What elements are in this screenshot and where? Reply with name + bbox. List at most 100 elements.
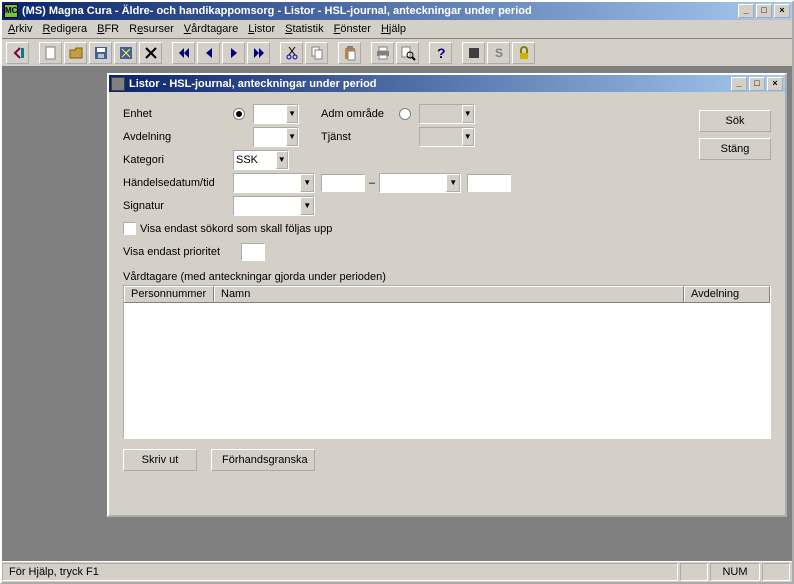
date-from-input[interactable] <box>234 174 300 192</box>
print-button[interactable]: Skriv ut <box>123 449 197 471</box>
chevron-down-icon[interactable]: ▼ <box>300 197 314 215</box>
prev-icon <box>201 45 217 61</box>
date-to-input[interactable] <box>380 174 446 192</box>
close-button[interactable]: × <box>774 4 790 18</box>
toolbar-first[interactable] <box>172 42 195 64</box>
results-table: Personnummer Namn Avdelning <box>123 285 771 439</box>
time-from-input[interactable] <box>322 175 364 191</box>
chevron-down-icon[interactable]: ▼ <box>300 174 314 192</box>
toolbar: ? S <box>2 39 792 67</box>
status-num: NUM <box>710 563 760 581</box>
toolbar-new[interactable] <box>39 42 62 64</box>
chevron-down-icon[interactable]: ▼ <box>462 128 475 146</box>
app-icon: MC <box>4 4 18 18</box>
chevron-down-icon[interactable]: ▼ <box>286 128 298 146</box>
combo-enhet[interactable]: ▼ <box>253 104 299 124</box>
menubar: Arkiv Redigera BFR Resurser Vårdtagare L… <box>2 20 792 39</box>
toolbar-last[interactable] <box>247 42 270 64</box>
column-avdelning[interactable]: Avdelning <box>684 286 770 302</box>
label-handelsedatum: Händelsedatum/tid <box>123 177 233 189</box>
chevron-down-icon[interactable]: ▼ <box>276 151 289 169</box>
search-button[interactable]: Sök <box>699 110 771 132</box>
print-icon <box>375 45 391 61</box>
combo-kategori-input[interactable] <box>234 151 276 169</box>
menu-listor[interactable]: Listor <box>248 23 275 35</box>
cut-ext-icon <box>118 45 134 61</box>
combo-tjanst[interactable]: ▼ <box>419 127 475 147</box>
dialog-maximize-button[interactable]: □ <box>749 77 765 91</box>
label-adm-omrade: Adm område <box>321 108 399 120</box>
menu-fonster[interactable]: Fönster <box>334 23 371 35</box>
new-icon <box>43 45 59 61</box>
toolbar-copy[interactable] <box>305 42 328 64</box>
toolbar-help[interactable]: ? <box>429 42 452 64</box>
menu-arkiv[interactable]: Arkiv <box>8 23 32 35</box>
toolbar-cut[interactable] <box>280 42 303 64</box>
combo-date-from[interactable]: ▼ <box>233 173 315 193</box>
label-kategori: Kategori <box>123 154 233 166</box>
time-from-field[interactable] <box>321 174 365 192</box>
menu-resurser[interactable]: Resurser <box>129 23 174 35</box>
toolbar-open[interactable] <box>64 42 87 64</box>
status-pane-1 <box>680 563 708 581</box>
combo-date-to[interactable]: ▼ <box>379 173 461 193</box>
table-header: Personnummer Namn Avdelning <box>124 286 770 303</box>
svg-text:S: S <box>495 46 503 60</box>
prioritet-field[interactable] <box>241 243 265 261</box>
toolbar-paste[interactable] <box>338 42 361 64</box>
statusbar: För Hjälp, tryck F1 NUM <box>2 561 792 582</box>
toolbar-lock[interactable] <box>512 42 535 64</box>
last-icon <box>251 45 267 61</box>
checkbox-visa-sokord[interactable] <box>123 222 136 235</box>
radio-enhet[interactable] <box>233 108 245 120</box>
combo-avdelning[interactable]: ▼ <box>253 127 299 147</box>
toolbar-s[interactable]: S <box>487 42 510 64</box>
toolbar-print-preview[interactable] <box>396 42 419 64</box>
combo-signatur[interactable]: ▼ <box>233 196 315 216</box>
time-to-field[interactable] <box>467 174 511 192</box>
copy-icon <box>309 45 325 61</box>
signatur-input[interactable] <box>234 197 300 215</box>
column-namn[interactable]: Namn <box>214 286 684 302</box>
prioritet-input[interactable] <box>242 244 264 260</box>
dialog-minimize-button[interactable]: _ <box>731 77 747 91</box>
open-icon <box>68 45 84 61</box>
menu-hjalp[interactable]: Hjälp <box>381 23 406 35</box>
toolbar-save[interactable] <box>89 42 112 64</box>
cut-icon <box>284 45 300 61</box>
minimize-button[interactable]: _ <box>738 4 754 18</box>
toolbar-next[interactable] <box>222 42 245 64</box>
dialog-title-text: Listor - HSL-journal, anteckningar under… <box>129 78 729 90</box>
combo-kategori[interactable]: ▼ <box>233 150 289 170</box>
toolbar-delete[interactable] <box>139 42 162 64</box>
toolbar-back-root[interactable] <box>6 42 29 64</box>
preview-button[interactable]: Förhandsgranska <box>211 449 315 471</box>
combo-adm-omrade[interactable]: ▼ <box>419 104 475 124</box>
label-signatur: Signatur <box>123 200 233 212</box>
chevron-down-icon[interactable]: ▼ <box>462 105 475 123</box>
column-personnummer[interactable]: Personnummer <box>124 286 214 302</box>
paste-icon <box>342 45 358 61</box>
s-button-icon: S <box>491 45 507 61</box>
menu-bfr[interactable]: BFR <box>97 23 119 35</box>
menu-statistik[interactable]: Statistik <box>285 23 324 35</box>
combo-avdelning-input[interactable] <box>254 128 286 146</box>
toolbar-cut-ext[interactable] <box>114 42 137 64</box>
toolbar-prev[interactable] <box>197 42 220 64</box>
dialog-close-button[interactable]: × <box>767 77 783 91</box>
chevron-down-icon[interactable]: ▼ <box>446 174 460 192</box>
maximize-button[interactable]: □ <box>756 4 772 18</box>
radio-adm-omrade[interactable] <box>399 108 411 120</box>
main-titlebar: MC (MS) Magna Cura - Äldre- och handikap… <box>2 2 792 20</box>
toolbar-stop[interactable] <box>462 42 485 64</box>
time-to-input[interactable] <box>468 175 510 191</box>
label-visa-prioritet: Visa endast prioritet <box>123 246 241 258</box>
toolbar-print[interactable] <box>371 42 394 64</box>
menu-vardtagare[interactable]: Vårdtagare <box>184 23 238 35</box>
menu-redigera[interactable]: Redigera <box>42 23 87 35</box>
dialog-window: Listor - HSL-journal, anteckningar under… <box>107 73 787 517</box>
combo-enhet-input[interactable] <box>254 105 286 123</box>
chevron-down-icon[interactable]: ▼ <box>286 105 298 123</box>
print-preview-icon <box>400 45 416 61</box>
close-dialog-button[interactable]: Stäng <box>699 138 771 160</box>
